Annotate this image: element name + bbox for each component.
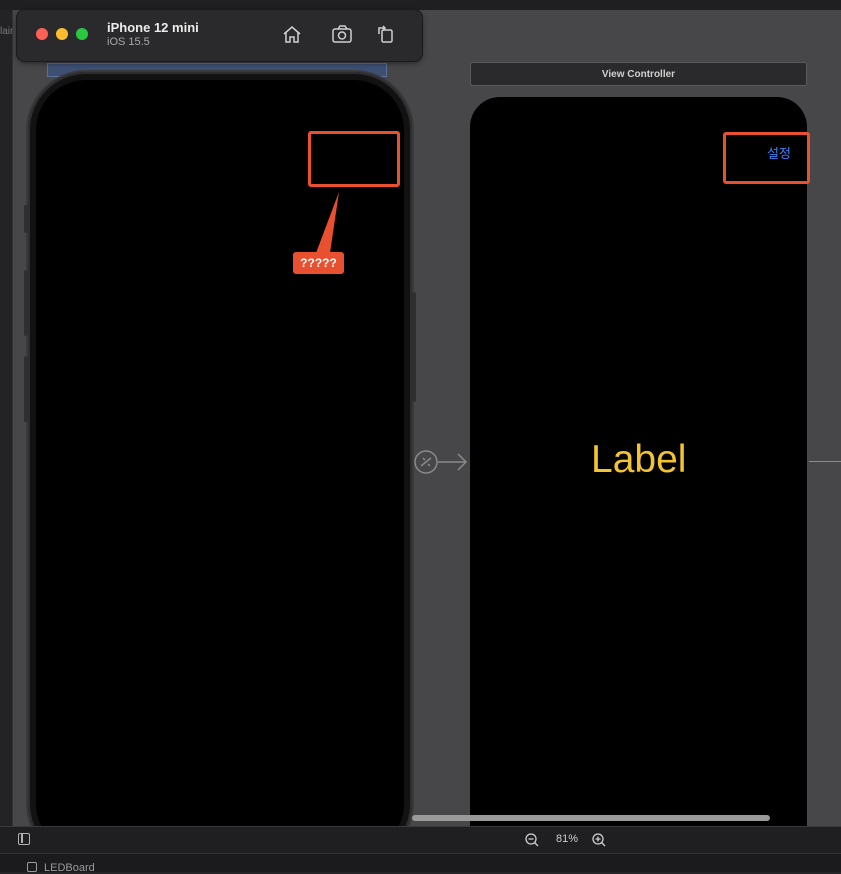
annotation-box-simulator [308,131,400,187]
volume-up-button [24,270,28,336]
scheme-name[interactable]: LEDBoard [44,862,95,874]
screenshot-icon[interactable] [330,22,354,46]
connection-line [809,461,841,462]
zoom-window-button[interactable] [76,28,88,40]
status-bar [0,853,841,872]
mute-switch [24,205,28,233]
os-version: iOS 15.5 [107,36,150,48]
simulator-window[interactable]: iPhone 12 mini iOS 15.5 [17,10,422,61]
horizontal-scrollbar[interactable] [412,815,770,821]
volume-down-button [24,356,28,422]
editor-bottom-bar [0,826,841,854]
segue-arrow-icon[interactable] [412,448,470,476]
home-icon[interactable] [280,22,304,46]
annotation-tag: ????? [293,252,344,274]
device-name: iPhone 12 mini [107,20,199,35]
zoom-out-icon[interactable] [524,832,540,848]
close-window-button[interactable] [36,28,48,40]
annotation-box-storyboard [723,132,810,184]
main-label[interactable]: Label [591,438,686,482]
left-gutter: lain [0,10,16,826]
zoom-in-icon[interactable] [591,832,607,848]
view-controller-title-bar[interactable]: View Controller [470,62,807,86]
document-outline-icon[interactable] [18,833,30,845]
simulator-screen[interactable] [36,80,404,854]
power-button [412,292,416,402]
zoom-level: 81% [556,833,579,845]
minimize-window-button[interactable] [56,28,68,40]
rotate-icon[interactable] [374,22,398,46]
